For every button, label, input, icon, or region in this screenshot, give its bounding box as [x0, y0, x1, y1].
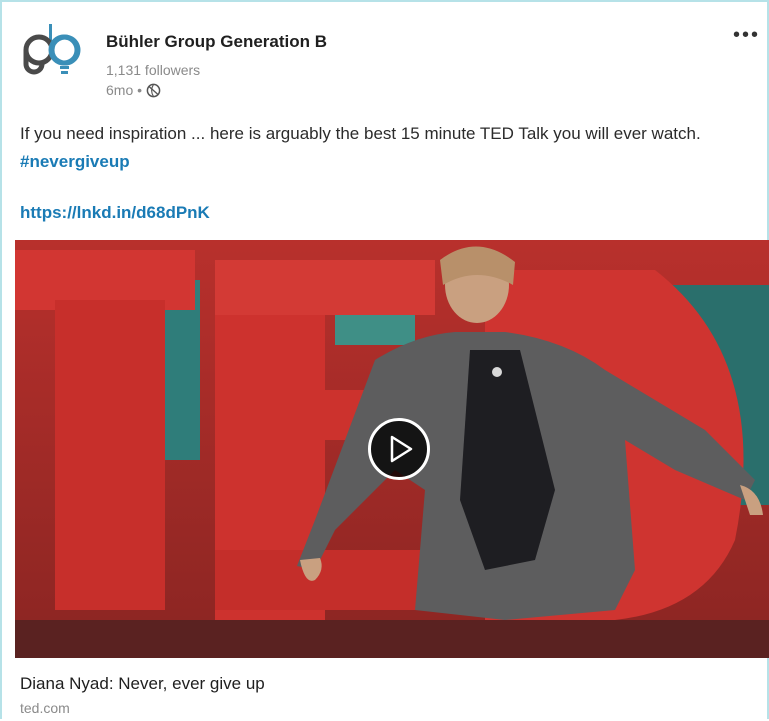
post-age: 6mo •	[106, 82, 143, 98]
more-options-icon[interactable]: •••	[733, 25, 760, 45]
globe-icon	[146, 83, 161, 98]
company-name-link[interactable]: Bühler Group Generation B	[106, 32, 327, 52]
follower-count: 1,131 followers	[106, 62, 201, 78]
hashtag-link[interactable]: #nevergiveup	[20, 152, 130, 171]
video-source: ted.com	[20, 700, 70, 716]
post-body: If you need inspiration ... here is argu…	[20, 120, 760, 176]
video-title[interactable]: Diana Nyad: Never, ever give up	[20, 674, 265, 694]
post-card: Bühler Group Generation B 1,131 follower…	[0, 0, 769, 719]
post-header: Bühler Group Generation B 1,131 follower…	[20, 20, 760, 100]
play-icon[interactable]	[368, 418, 430, 480]
post-meta: 6mo •	[106, 82, 161, 98]
post-body-text: If you need inspiration ... here is argu…	[20, 124, 701, 143]
video-thumbnail[interactable]	[15, 240, 769, 658]
company-logo-icon[interactable]	[20, 20, 84, 84]
shortened-url-link[interactable]: https://lnkd.in/d68dPnK	[20, 203, 210, 223]
